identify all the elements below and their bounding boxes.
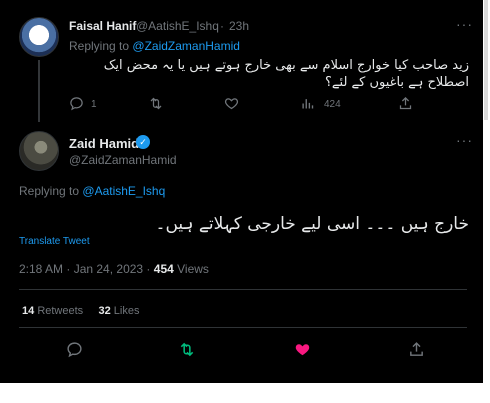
likes-number: 32 (98, 305, 111, 317)
replying-to-handle-link[interactable]: @ZaidZamanHamid (132, 39, 240, 53)
tweet-thread-panel: Faisal Hanif @AatishE_Ishq · 23h ··· Rep… (0, 0, 483, 383)
avatar[interactable] (19, 17, 59, 57)
replying-to-label: Replying to (69, 39, 130, 53)
avatar[interactable] (19, 131, 59, 171)
reply-count: 1 (91, 99, 97, 110)
reply-timestamp[interactable]: 23h (229, 19, 249, 33)
replying-to: Replying to @AatishE_Ishq (19, 184, 165, 198)
retweets-stat[interactable]: 14 Retweets (22, 305, 83, 317)
views-label: Views (177, 262, 209, 276)
tweet-timestamp[interactable]: 2:18 AM · Jan 24, 2023 · (19, 262, 150, 276)
heart-filled-icon[interactable] (294, 341, 311, 358)
engagement-stats: 14 Retweets 32 Likes (22, 305, 139, 317)
tweet-meta: 2:18 AM · Jan 24, 2023 · 454 Views (19, 262, 209, 276)
retweets-number: 14 (22, 305, 35, 317)
comment-icon[interactable] (69, 96, 84, 111)
share-icon[interactable] (398, 96, 413, 111)
analytics-icon[interactable] (300, 96, 315, 111)
tweet-text: خارج ہیں ۔۔۔ اسی لیے خارجی کہلاتے ہیں۔ (155, 214, 469, 234)
scrollbar-thumb[interactable] (484, 0, 488, 120)
verified-badge-icon: ✓ (136, 135, 150, 149)
reply-author-handle[interactable]: @AatishE_Ishq (136, 19, 219, 33)
replying-to: Replying to @ZaidZamanHamid (69, 39, 240, 53)
translate-tweet-link[interactable]: Translate Tweet (19, 236, 90, 247)
divider (19, 327, 467, 328)
views-number: 454 (153, 262, 174, 276)
retweet-icon[interactable] (178, 341, 196, 358)
comment-icon[interactable] (66, 341, 83, 358)
more-options-icon[interactable]: ··· (456, 132, 473, 148)
replying-to-label: Replying to (19, 184, 80, 198)
likes-label: Likes (113, 305, 140, 317)
heart-icon[interactable] (224, 96, 239, 111)
share-icon[interactable] (408, 341, 425, 358)
separator-dot: · (220, 19, 224, 33)
divider (19, 289, 467, 290)
reply-author-name[interactable]: Faisal Hanif (69, 19, 136, 33)
retweets-label: Retweets (37, 305, 84, 317)
views-count: 424 (324, 99, 341, 110)
thread-connector-line (38, 60, 40, 122)
reply-tweet-text: زید صاحب کیا خوارج اسلام سے بھی خارج ہوت… (103, 58, 469, 90)
author-name[interactable]: Zaid Hamid (69, 136, 139, 151)
replying-to-handle-link[interactable]: @AatishE_Ishq (82, 184, 165, 198)
author-handle[interactable]: @ZaidZamanHamid (69, 153, 177, 167)
more-options-icon[interactable]: ··· (456, 16, 473, 32)
likes-stat[interactable]: 32 Likes (98, 305, 139, 317)
retweet-icon[interactable] (148, 96, 164, 111)
